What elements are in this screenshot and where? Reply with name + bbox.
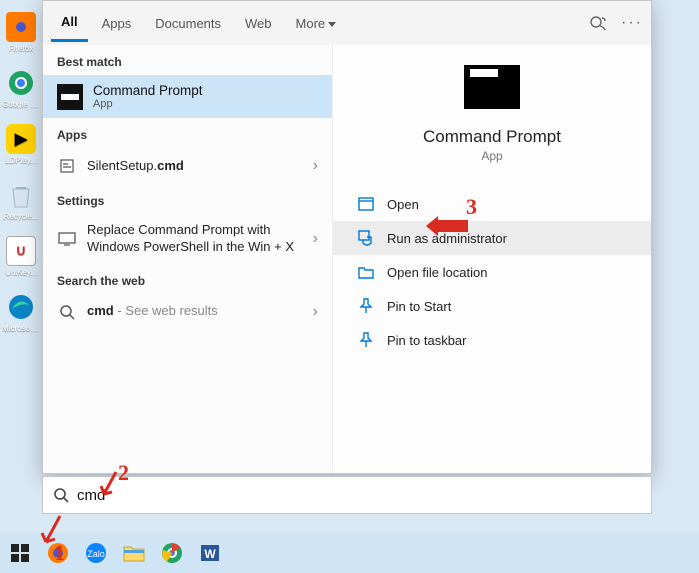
folder-icon [357, 263, 375, 281]
desktop-icon-label: LDPlay... [5, 156, 37, 165]
script-file-icon [57, 156, 77, 176]
pin-start-icon [357, 297, 375, 315]
desktop-icon-label: UniKey... [5, 268, 37, 277]
tab-web[interactable]: Web [235, 6, 282, 41]
detail-type: App [481, 149, 502, 163]
search-box[interactable] [42, 476, 652, 514]
action-open-file-location[interactable]: Open file location [333, 255, 651, 289]
desktop-icon-recycle[interactable]: Recycle... [2, 180, 40, 228]
web-result-label: cmd - See web results [87, 303, 303, 320]
apps-result-label: SilentSetup.cmd [87, 158, 303, 175]
taskbar-zalo[interactable]: Zalo [82, 539, 110, 567]
chevron-right-icon: › [313, 157, 318, 175]
desktop-icon-chrome[interactable]: Google Chrome [2, 68, 40, 116]
search-tabs: All Apps Documents Web More ··· [43, 1, 651, 45]
action-label: Open file location [387, 265, 487, 280]
taskbar: Zalo W [0, 533, 699, 573]
action-pin-to-taskbar[interactable]: Pin to taskbar [333, 323, 651, 357]
desktop-icon-label: Firefox [9, 44, 33, 53]
start-search-panel: All Apps Documents Web More ··· Best mat… [42, 0, 652, 474]
action-label: Pin to taskbar [387, 333, 467, 348]
tab-more[interactable]: More [286, 6, 347, 41]
desktop-icon-label: Recycle... [3, 212, 38, 221]
chevron-down-icon [328, 22, 336, 27]
action-label: Pin to Start [387, 299, 451, 314]
feedback-icon[interactable] [589, 14, 607, 32]
admin-shield-icon [357, 229, 375, 247]
cmd-thumbnail-icon [57, 84, 83, 110]
desktop-icon-edge[interactable]: Microsoft Edge [2, 292, 40, 340]
apps-result-silentsetup[interactable]: SilentSetup.cmd › [43, 148, 332, 184]
best-match-item[interactable]: Command Prompt App [43, 75, 332, 118]
pin-taskbar-icon [357, 331, 375, 349]
section-settings: Settings [43, 184, 332, 214]
chevron-right-icon: › [313, 230, 318, 248]
action-label: Open [387, 197, 419, 212]
section-search-web: Search the web [43, 264, 332, 294]
desktop-icon-column: Firefox Google Chrome ▶LDPlay... Recycle… [0, 0, 42, 530]
best-match-title: Command Prompt [93, 83, 203, 98]
web-result-cmd[interactable]: cmd - See web results › [43, 294, 332, 330]
detail-actions: Open Run as administrator Open file loca… [333, 187, 651, 357]
taskbar-chrome[interactable] [158, 539, 186, 567]
monitor-icon [57, 229, 77, 249]
settings-result-label: Replace Command Prompt with Windows Powe… [87, 222, 303, 256]
desktop-icon-ldplayer[interactable]: ▶LDPlay... [2, 124, 40, 172]
action-label: Run as administrator [387, 231, 507, 246]
search-input[interactable] [77, 487, 641, 504]
result-detail-pane: Command Prompt App Open Run as administr… [333, 45, 651, 473]
svg-text:W: W [204, 547, 216, 561]
action-run-as-admin[interactable]: Run as administrator [333, 221, 651, 255]
desktop-icon-unikey[interactable]: UUniKey... [2, 236, 40, 284]
detail-title: Command Prompt [423, 127, 561, 147]
tab-more-label: More [296, 16, 326, 31]
start-button[interactable] [6, 539, 34, 567]
cmd-large-icon [464, 65, 520, 109]
section-best-match: Best match [43, 45, 332, 75]
desktop-icon-label: Google Chrome [2, 100, 40, 109]
results-left-column: Best match Command Prompt App Apps Silen… [43, 45, 333, 473]
taskbar-explorer[interactable] [120, 539, 148, 567]
chevron-right-icon: › [313, 303, 318, 321]
best-match-subtitle: App [93, 98, 203, 110]
tab-all[interactable]: All [51, 4, 88, 42]
section-apps: Apps [43, 118, 332, 148]
open-icon [357, 195, 375, 213]
search-icon [57, 302, 77, 322]
taskbar-firefox[interactable] [44, 539, 72, 567]
tab-documents[interactable]: Documents [145, 6, 231, 41]
action-open[interactable]: Open [333, 187, 651, 221]
more-options-icon[interactable]: ··· [621, 14, 643, 32]
action-pin-to-start[interactable]: Pin to Start [333, 289, 651, 323]
tab-apps[interactable]: Apps [92, 6, 142, 41]
desktop-icon-firefox[interactable]: Firefox [2, 12, 40, 60]
taskbar-word[interactable]: W [196, 539, 224, 567]
desktop-icon-label: Microsoft Edge [2, 324, 40, 333]
svg-text:Zalo: Zalo [87, 549, 105, 559]
search-icon [53, 487, 69, 503]
settings-result-replace-cmd[interactable]: Replace Command Prompt with Windows Powe… [43, 214, 332, 264]
